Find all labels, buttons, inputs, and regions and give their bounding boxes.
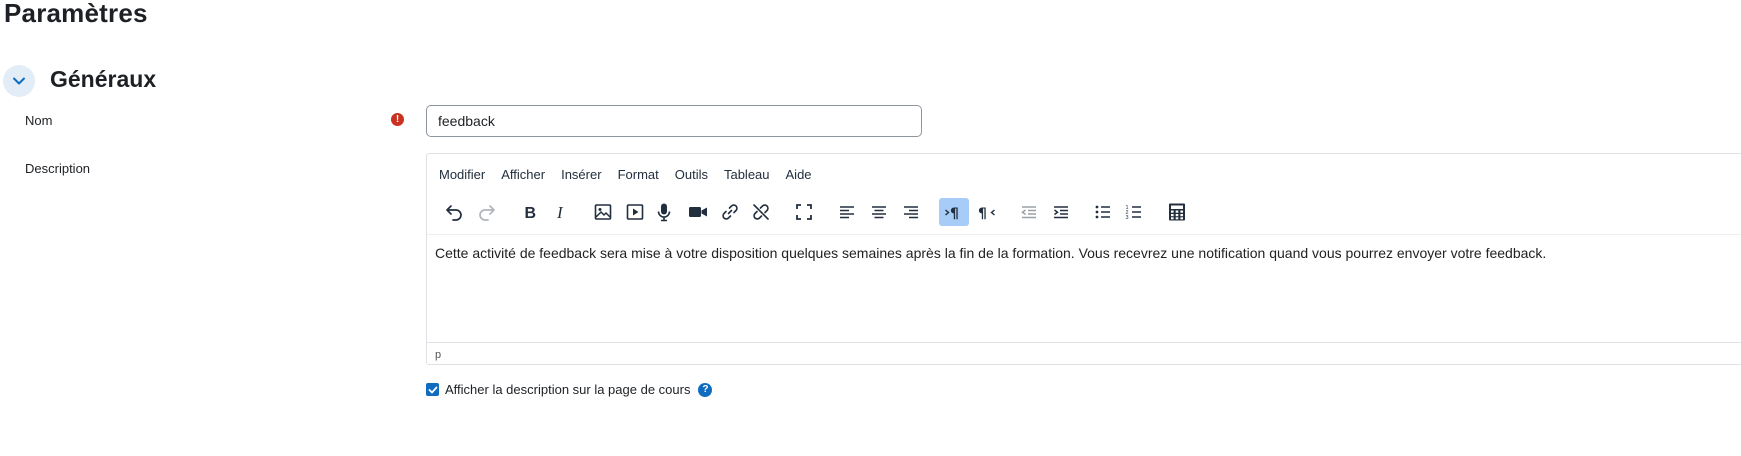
record-audio-button[interactable] [649, 198, 679, 226]
description-label: Description [25, 161, 91, 176]
undo-icon [446, 205, 462, 221]
align-right-icon [904, 206, 918, 219]
bold-icon: B [525, 205, 537, 222]
bold-button[interactable]: B [515, 198, 545, 226]
menu-afficher[interactable]: Afficher [501, 167, 545, 182]
svg-text:¶: ¶ [950, 206, 959, 222]
bullet-list-icon [1095, 205, 1110, 219]
menu-modifier[interactable]: Modifier [439, 167, 485, 182]
show-description-row: Afficher la description sur la page de c… [426, 382, 713, 397]
chevron-down-icon [13, 77, 25, 85]
page-title: Paramètres [4, 0, 148, 28]
image-icon [594, 204, 612, 220]
record-video-button[interactable] [683, 198, 713, 226]
align-center-button[interactable] [864, 198, 894, 226]
menu-outils[interactable]: Outils [675, 167, 708, 182]
rtl-icon: ¶ [978, 206, 995, 222]
media-button[interactable] [620, 198, 650, 226]
editor-content-separator [427, 234, 1741, 235]
align-left-icon [840, 206, 854, 219]
name-input[interactable] [426, 105, 922, 137]
menu-format[interactable]: Format [618, 167, 659, 182]
editor-menubar: Modifier Afficher Insérer Format Outils … [439, 167, 828, 182]
image-button[interactable] [588, 198, 618, 226]
fullscreen-icon [796, 204, 812, 220]
show-description-checkbox[interactable] [426, 383, 439, 396]
media-icon [626, 204, 644, 220]
unlink-icon [753, 204, 769, 220]
ltr-icon: ¶ [945, 206, 959, 222]
numbered-list-icon: 123 [1126, 205, 1141, 221]
editor-statusbar: p [427, 342, 1741, 365]
equation-editor-button[interactable] [1162, 198, 1192, 226]
indent-icon [1054, 206, 1068, 219]
description-editor: Modifier Afficher Insérer Format Outils … [426, 153, 1741, 365]
section-toggle-button[interactable] [3, 65, 35, 97]
numbered-list-button[interactable]: 123 [1119, 198, 1149, 226]
menu-aide[interactable]: Aide [786, 167, 812, 182]
rtl-button[interactable]: ¶ [971, 198, 1001, 226]
fullscreen-button[interactable] [789, 198, 819, 226]
undo-button[interactable] [439, 198, 469, 226]
redo-button[interactable] [472, 198, 502, 226]
indent-button[interactable] [1046, 198, 1076, 226]
italic-icon: I [556, 203, 564, 222]
record-audio-icon [657, 203, 671, 222]
align-center-icon [872, 206, 886, 219]
italic-button[interactable]: I [546, 198, 576, 226]
ltr-button[interactable]: ¶ [939, 198, 969, 226]
link-icon [722, 204, 738, 220]
menu-tableau[interactable]: Tableau [724, 167, 770, 182]
bullet-list-button[interactable] [1088, 198, 1118, 226]
svg-text:¶: ¶ [978, 206, 987, 222]
section-title: Généraux [50, 66, 157, 92]
align-right-button[interactable] [896, 198, 926, 226]
svg-text:I: I [556, 203, 564, 222]
element-path[interactable]: p [435, 349, 441, 361]
checkmark-icon [428, 386, 437, 393]
editor-content-area[interactable]: Cette activité de feedback sera mise à v… [435, 245, 1546, 261]
unlink-button[interactable] [746, 198, 776, 226]
menu-inserer[interactable]: Insérer [561, 167, 601, 182]
equation-editor-icon [1169, 203, 1185, 221]
redo-icon [479, 205, 495, 221]
link-button[interactable] [715, 198, 745, 226]
required-icon: ! [391, 113, 404, 126]
help-icon[interactable]: ? [698, 382, 713, 397]
svg-text:3: 3 [1126, 215, 1129, 221]
record-video-icon [689, 207, 707, 217]
svg-text:B: B [525, 205, 537, 222]
outdent-icon [1021, 206, 1036, 219]
outdent-button[interactable] [1014, 198, 1044, 226]
editor-toolbar: B I ¶ ¶ 1 2 3 [427, 198, 1741, 228]
align-left-button[interactable] [832, 198, 862, 226]
name-label: Nom [25, 113, 53, 128]
show-description-label[interactable]: Afficher la description sur la page de c… [445, 382, 690, 397]
